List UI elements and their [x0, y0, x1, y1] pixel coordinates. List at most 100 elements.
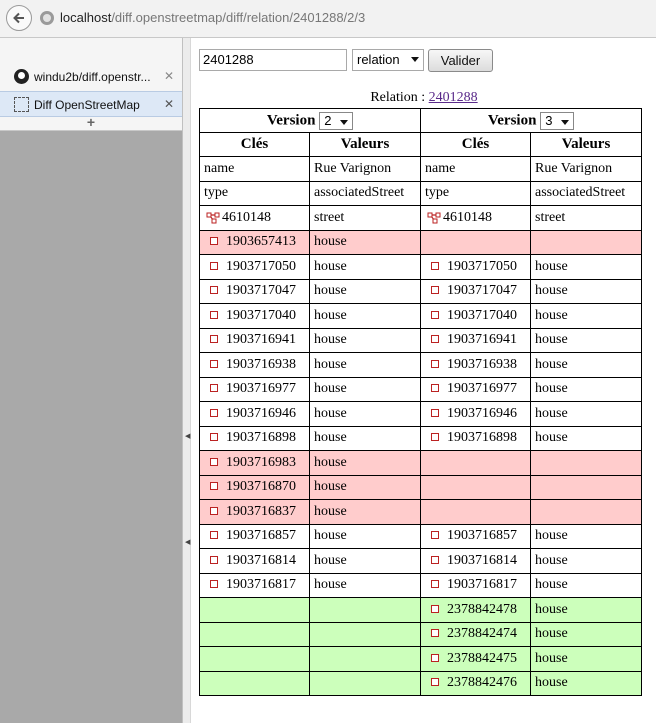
member-id-text: 1903716814 [447, 552, 517, 568]
url-host: localhost [60, 10, 112, 25]
member-id-text: 1903716983 [226, 454, 296, 470]
member-id: 4610148 [199, 205, 310, 231]
member-id-text: 1903716857 [447, 528, 517, 544]
node-icon [210, 506, 218, 515]
member-id-text: 4610148 [443, 209, 492, 225]
col-keys-right: Clés [420, 132, 531, 157]
member-role: house [530, 572, 642, 598]
member-id-text: 1903716898 [447, 430, 517, 446]
member-id: 1903716983 [199, 450, 310, 476]
relation-link[interactable]: 2401288 [429, 90, 478, 105]
dropdown-arrow-icon [411, 57, 419, 62]
member-id-text: 1903717047 [447, 283, 517, 299]
member-id: 1903716857 [420, 523, 531, 549]
node-icon [210, 457, 218, 466]
member-id: 1903717050 [420, 254, 531, 280]
node-icon [431, 433, 439, 442]
member-row: 4610148 street 4610148 street [199, 205, 642, 231]
member-role: house [309, 548, 421, 574]
member-role: house [309, 474, 421, 500]
member-id: 1903716814 [199, 548, 310, 574]
member-id-text: 1903657413 [226, 234, 296, 250]
tab-github[interactable]: windu2b/diff.openstr... ✕ [0, 64, 182, 90]
collapse-left-icon[interactable]: ◀ [185, 432, 190, 440]
dotted-box-icon [14, 97, 29, 112]
node-icon [431, 310, 439, 319]
member-id: 2378842478 [420, 597, 531, 623]
member-id-text: 1903717040 [226, 307, 296, 323]
member-role: house [530, 621, 642, 647]
node-icon [431, 531, 439, 540]
tag-key: name [420, 156, 531, 182]
left-version-select[interactable]: 2 [319, 111, 354, 130]
tag-row: name Rue Varignon name Rue Varignon [199, 156, 642, 182]
node-icon [210, 237, 218, 246]
member-id-text: 1903716946 [226, 405, 296, 421]
member-id-text: 1903716941 [447, 332, 517, 348]
node-icon [431, 359, 439, 368]
back-button[interactable] [6, 5, 32, 31]
member-role: house [530, 548, 642, 574]
submit-button[interactable]: Valider [428, 49, 493, 72]
version-label: Version [487, 111, 537, 128]
member-role [530, 474, 642, 500]
member-row: 1903717047 house 1903717047 house [199, 278, 642, 304]
member-row: 1903716814 house 1903716814 house [199, 548, 642, 574]
dropdown-arrow-icon [561, 119, 570, 125]
tag-row: type associatedStreet type associatedStr… [199, 180, 642, 206]
member-role: house [530, 327, 642, 353]
member-id: 4610148 [420, 205, 531, 231]
node-icon [210, 310, 218, 319]
member-row: 1903716938 house 1903716938 house [199, 352, 642, 378]
url-field[interactable]: localhost/diff.openstreetmap/diff/relati… [60, 10, 365, 25]
github-icon [14, 69, 29, 84]
member-row: 1903716941 house 1903716941 house [199, 327, 642, 353]
member-id: 1903716938 [420, 352, 531, 378]
collapse-left-icon[interactable]: ◀ [185, 538, 190, 546]
member-row: 1903716977 house 1903716977 house [199, 376, 642, 402]
left-version-header: Version 2 [199, 108, 421, 133]
member-id-empty [199, 621, 310, 647]
close-icon[interactable]: ✕ [164, 69, 174, 83]
member-role [530, 450, 642, 476]
dropdown-arrow-icon [340, 119, 349, 125]
col-values-right: Valeurs [530, 132, 642, 157]
back-arrow-icon [13, 12, 24, 24]
member-id-text: 1903716837 [226, 503, 296, 519]
member-id-text: 1903717050 [226, 258, 296, 274]
close-icon[interactable]: ✕ [164, 97, 174, 111]
member-row: 1903716898 house 1903716898 house [199, 425, 642, 451]
member-row: 1903716870 house [199, 474, 642, 500]
right-version-select[interactable]: 3 [540, 111, 575, 130]
object-type-select[interactable]: relation [352, 49, 424, 71]
member-id: 1903716941 [199, 327, 310, 353]
member-role: house [309, 229, 421, 255]
node-icon [210, 384, 218, 393]
tag-key: type [420, 180, 531, 206]
relation-icon [427, 212, 441, 224]
node-icon [431, 261, 439, 270]
member-id: 1903716941 [420, 327, 531, 353]
member-row: 1903716946 house 1903716946 house [199, 401, 642, 427]
relation-id-input[interactable]: 2401288 [199, 49, 347, 71]
new-tab-button[interactable]: + [0, 115, 182, 130]
member-id: 1903716946 [199, 401, 310, 427]
selected-type: relation [357, 52, 400, 67]
version-label: Version [266, 111, 316, 128]
member-role: house [309, 425, 421, 451]
member-role: house [530, 523, 642, 549]
member-id-empty [420, 499, 531, 525]
member-role: house [530, 646, 642, 672]
member-row: 1903716857 house 1903716857 house [199, 523, 642, 549]
member-id-text: 1903716817 [447, 577, 517, 593]
member-id-empty [420, 450, 531, 476]
member-id-text: 1903716857 [226, 528, 296, 544]
member-role [309, 621, 421, 647]
tab-label: Diff OpenStreetMap [34, 98, 140, 112]
member-role: street [530, 205, 642, 231]
node-icon [431, 408, 439, 417]
member-role: house [530, 425, 642, 451]
member-role: house [309, 499, 421, 525]
sidebar-splitter[interactable]: ◀ ◀ [182, 38, 191, 723]
node-icon [210, 555, 218, 564]
